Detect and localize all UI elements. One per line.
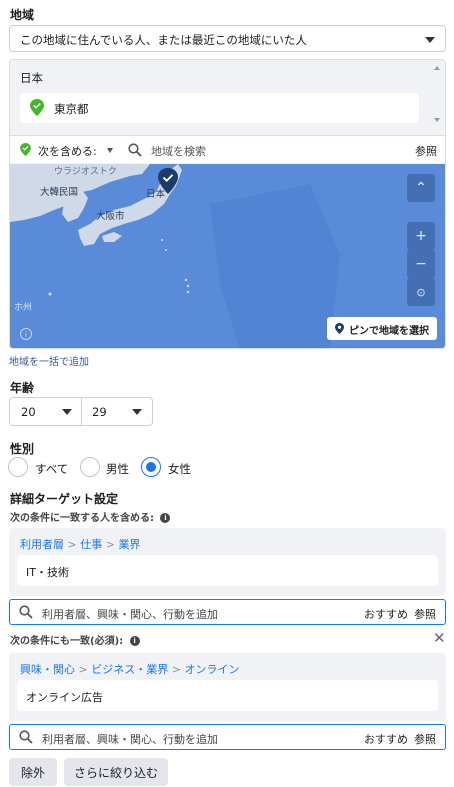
exclude-button[interactable]: 除外 [9, 758, 57, 786]
chevron-down-icon [425, 37, 435, 43]
info-icon[interactable]: i [160, 513, 171, 523]
pin-select-label: ピンで地域を選択 [349, 326, 429, 337]
audience-type-value: この地域に住んでいる人、または最近この地域にいた人 [20, 33, 307, 47]
gender-all-label: すべて [35, 462, 69, 476]
include-search-row: 次を含める: 地域を検索 参照 [10, 135, 445, 163]
targeting-item-chip[interactable]: IT・技術 [17, 555, 438, 586]
audience-type-dropdown[interactable]: この地域に住んでいる人、または最近この地域にいた人 [9, 25, 446, 52]
search-placeholder: 利用者層、興味・関心、行動を追加 [42, 608, 218, 621]
age-max-select[interactable]: 29 [82, 398, 152, 425]
map-label-korea: 大韓民国 [40, 187, 79, 198]
map-label-japan: 日本 [146, 189, 166, 200]
include-dropdown[interactable]: 次を含める: [38, 143, 97, 159]
browse-link[interactable]: 参照 [414, 731, 436, 747]
pin-select-button[interactable]: ピンで地域を選択 [327, 317, 437, 340]
map-small-label: ホ州 [14, 303, 33, 313]
search-icon [19, 605, 33, 619]
include-pin-icon [20, 143, 31, 156]
detailed-targeting-title: 詳細ターゲット設定 [10, 492, 119, 506]
browse-link[interactable]: 参照 [414, 606, 436, 622]
targeting-group-2: 興味・関心 > ビジネス・業界 > オンライン オンライン広告 [9, 653, 446, 721]
gender-male-radio[interactable] [80, 457, 100, 477]
breadcrumb-item[interactable]: 仕事 [80, 538, 102, 551]
selected-region-label: 東京都 [54, 102, 89, 116]
suggestions-link[interactable]: おすすめ [364, 731, 408, 747]
targeting-search-input-1[interactable]: 利用者層、興味・関心、行動を追加 おすすめ 参照 [9, 599, 446, 625]
targeting-item-chip[interactable]: オンライン広告 [17, 680, 438, 711]
age-label: 年齢 [10, 381, 35, 395]
search-icon [19, 730, 33, 744]
map[interactable]: ウラジオストク 大韓民国 日本 大阪市 ホ州 ⌃ + − ⊙ i ピンで地域を選… [10, 164, 445, 348]
close-icon[interactable]: ✕ [433, 629, 446, 647]
chevron-down-icon [62, 409, 72, 415]
age-min-value: 20 [21, 405, 36, 419]
breadcrumb: 利用者層 > 仕事 > 業界 [20, 538, 141, 551]
locate-button[interactable]: ⊙ [407, 278, 435, 306]
bulk-add-locations-link[interactable]: 地域を一括で追加 [9, 353, 89, 368]
country-label: 日本 [20, 71, 43, 85]
scroll-up-icon[interactable] [434, 66, 440, 70]
breadcrumb-item[interactable]: オンライン [184, 663, 239, 676]
targeting-item-label: オンライン広告 [26, 691, 103, 704]
scroll-down-icon[interactable] [434, 118, 440, 122]
chevron-down-icon [132, 409, 142, 415]
targeting-search-input-2[interactable]: 利用者層、興味・関心、行動を追加 おすすめ 参照 [9, 724, 446, 750]
zoom-out-button[interactable]: − [407, 250, 435, 278]
info-icon[interactable]: i [20, 328, 32, 340]
location-section-label: 地域 [10, 8, 35, 22]
gender-male-label: 男性 [106, 462, 129, 476]
zoom-in-button[interactable]: + [407, 222, 435, 250]
breadcrumb-item[interactable]: 興味・関心 [20, 663, 75, 676]
include-criteria-label: 次の条件に一致する人を含める: i [10, 509, 171, 524]
suggestions-link[interactable]: おすすめ [364, 606, 408, 622]
map-up-button[interactable]: ⌃ [407, 174, 435, 202]
breadcrumb: 興味・関心 > ビジネス・業界 > オンライン [20, 663, 240, 676]
gender-all-radio[interactable] [8, 457, 28, 477]
pin-icon [335, 323, 344, 334]
chevron-down-icon[interactable] [107, 148, 113, 153]
info-icon[interactable]: i [129, 636, 140, 646]
location-pin-icon [30, 99, 44, 116]
targeting-group-1: 利用者層 > 仕事 > 業界 IT・技術 [9, 528, 446, 596]
age-range-control: 20 29 [9, 397, 153, 426]
narrow-further-button[interactable]: さらに絞り込む [64, 758, 168, 786]
breadcrumb-item[interactable]: 利用者層 [20, 538, 64, 551]
age-min-select[interactable]: 20 [10, 398, 82, 425]
breadcrumb-item[interactable]: ビジネス・業界 [91, 663, 168, 676]
narrow-criteria-label: 次の条件にも一致(必須): i [10, 632, 140, 647]
gender-label: 性別 [10, 442, 35, 456]
targeting-item-label: IT・技術 [26, 566, 69, 579]
breadcrumb-item[interactable]: 業界 [118, 538, 140, 551]
location-browse-link[interactable]: 参照 [415, 143, 437, 159]
age-max-value: 29 [92, 405, 107, 419]
location-search-input[interactable]: 地域を検索 [151, 143, 206, 159]
gender-female-radio[interactable] [141, 457, 161, 477]
include-criteria-text: 次の条件に一致する人を含める: [10, 513, 154, 524]
map-label-osaka: 大阪市 [96, 211, 125, 222]
map-label-vladivostok: ウラジオストク [54, 167, 117, 177]
selected-region-chip[interactable]: 東京都 [20, 93, 419, 123]
search-icon [128, 143, 142, 157]
narrow-criteria-text: 次の条件にも一致(必須): [10, 636, 124, 647]
search-placeholder: 利用者層、興味・関心、行動を追加 [42, 733, 218, 746]
location-panel: 日本 東京都 次を含める: 地域を検索 参照 ウラジオストク 大韓民国 日本 大… [9, 59, 446, 349]
gender-female-label: 女性 [168, 462, 191, 476]
